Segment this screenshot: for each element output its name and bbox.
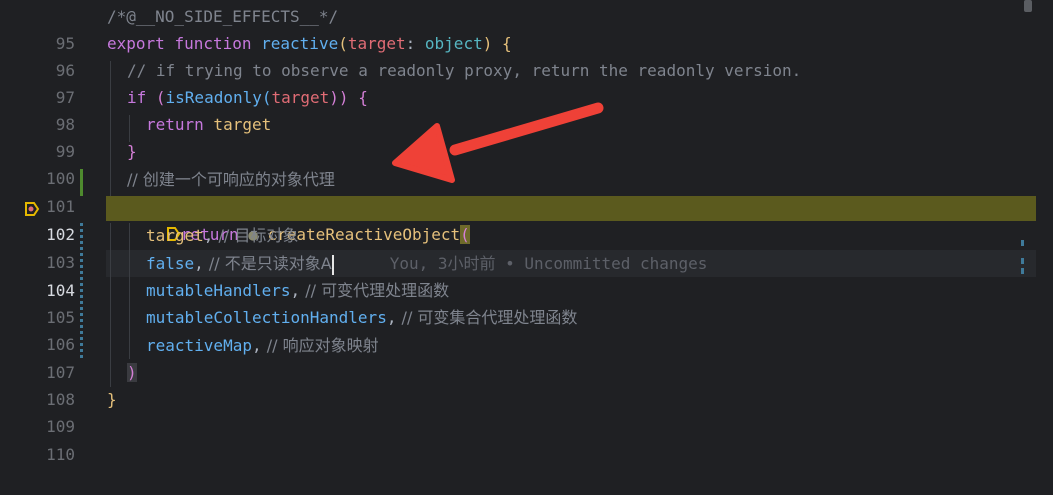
paren: (	[338, 34, 348, 53]
code-line[interactable]: 101 // 创建一个可响应的对象代理	[0, 166, 1053, 216]
code-line[interactable]: 109 }	[0, 386, 1053, 436]
code-line[interactable]: 106 mutableCollectionHandlers, // 可变集合代理…	[0, 304, 1053, 354]
keyword: function	[174, 34, 252, 53]
paren: (	[146, 88, 166, 107]
scrollbar-thumb[interactable]	[1024, 0, 1032, 12]
comment: // 不是只读对象A	[203, 254, 332, 273]
text-cursor	[331, 254, 334, 275]
argument: target	[203, 115, 272, 134]
comment: // 创建一个可响应的对象代理	[127, 170, 335, 189]
keyword: if	[127, 88, 147, 107]
brace: }	[107, 390, 117, 409]
comment: // if trying to observe a readonly proxy…	[127, 61, 802, 80]
type: object	[424, 34, 483, 53]
code-line[interactable]: 95 /*@__NO_SIDE_EFFECTS__*/	[0, 3, 1053, 53]
colon: :	[405, 34, 425, 53]
git-blame-annotation: You, 3小时前 • Uncommitted changes	[389, 254, 708, 273]
code-line[interactable]: 102 return ● createReactiveObject(	[0, 194, 1053, 244]
comment: // 响应对象映射	[261, 336, 379, 355]
comment: // 可变集合代理处理函数	[396, 308, 578, 327]
argument: target	[146, 226, 204, 245]
brace: {	[348, 88, 368, 107]
overview-ruler-marker	[1021, 268, 1024, 274]
paren: )	[127, 363, 137, 382]
code-line[interactable]: 105 mutableHandlers, // 可变代理处理函数	[0, 277, 1053, 327]
parameter: target	[347, 34, 406, 53]
argument: reactiveMap	[146, 336, 252, 355]
code-line[interactable]: 107 reactiveMap, // 响应对象映射	[0, 332, 1053, 382]
overview-ruler-marker	[1021, 240, 1024, 246]
brace: }	[127, 142, 137, 161]
paren: ))	[329, 88, 349, 107]
comma: ,	[194, 254, 204, 273]
comma: ,	[290, 281, 301, 300]
argument: target	[271, 88, 330, 107]
keyword: export	[107, 34, 165, 53]
code-line[interactable]: 99 return target	[0, 111, 1053, 161]
comment: // 可变代理处理函数	[300, 281, 450, 300]
comment: // 目标对象	[213, 226, 299, 245]
paren: (	[261, 88, 272, 107]
comment: /*@__NO_SIDE_EFFECTS__*/	[107, 7, 339, 26]
paren: )	[482, 34, 493, 53]
argument: false	[146, 254, 195, 273]
code-line[interactable]: 97 // if trying to observe a readonly pr…	[0, 57, 1053, 107]
keyword: return	[146, 115, 204, 134]
comma: ,	[203, 226, 214, 245]
code-line[interactable]: 100 }	[0, 138, 1053, 188]
code-line[interactable]: 103 target, // 目标对象	[0, 222, 1053, 272]
code-line[interactable]: 110	[0, 414, 1053, 464]
argument: mutableHandlers	[146, 281, 291, 300]
code-line[interactable]: 108 )	[0, 359, 1053, 409]
line-number: 110	[46, 445, 75, 464]
comma: ,	[251, 336, 262, 355]
code-line[interactable]: 104 false, // 不是只读对象A You, 3小时前 • Uncommi…	[0, 250, 1053, 300]
brace: {	[492, 34, 512, 53]
argument: mutableCollectionHandlers	[146, 308, 387, 327]
function-name: reactive	[261, 34, 339, 53]
function-name: isReadonly	[165, 88, 262, 107]
code-line[interactable]: 96 export function reactive(target: obje…	[0, 30, 1053, 80]
overview-ruler-marker	[1021, 258, 1024, 264]
code-editor[interactable]: 95 /*@__NO_SIDE_EFFECTS__*/ 96 export fu…	[0, 0, 1053, 464]
code-line[interactable]: 98 if (isReadonly(target)) {	[0, 84, 1053, 134]
